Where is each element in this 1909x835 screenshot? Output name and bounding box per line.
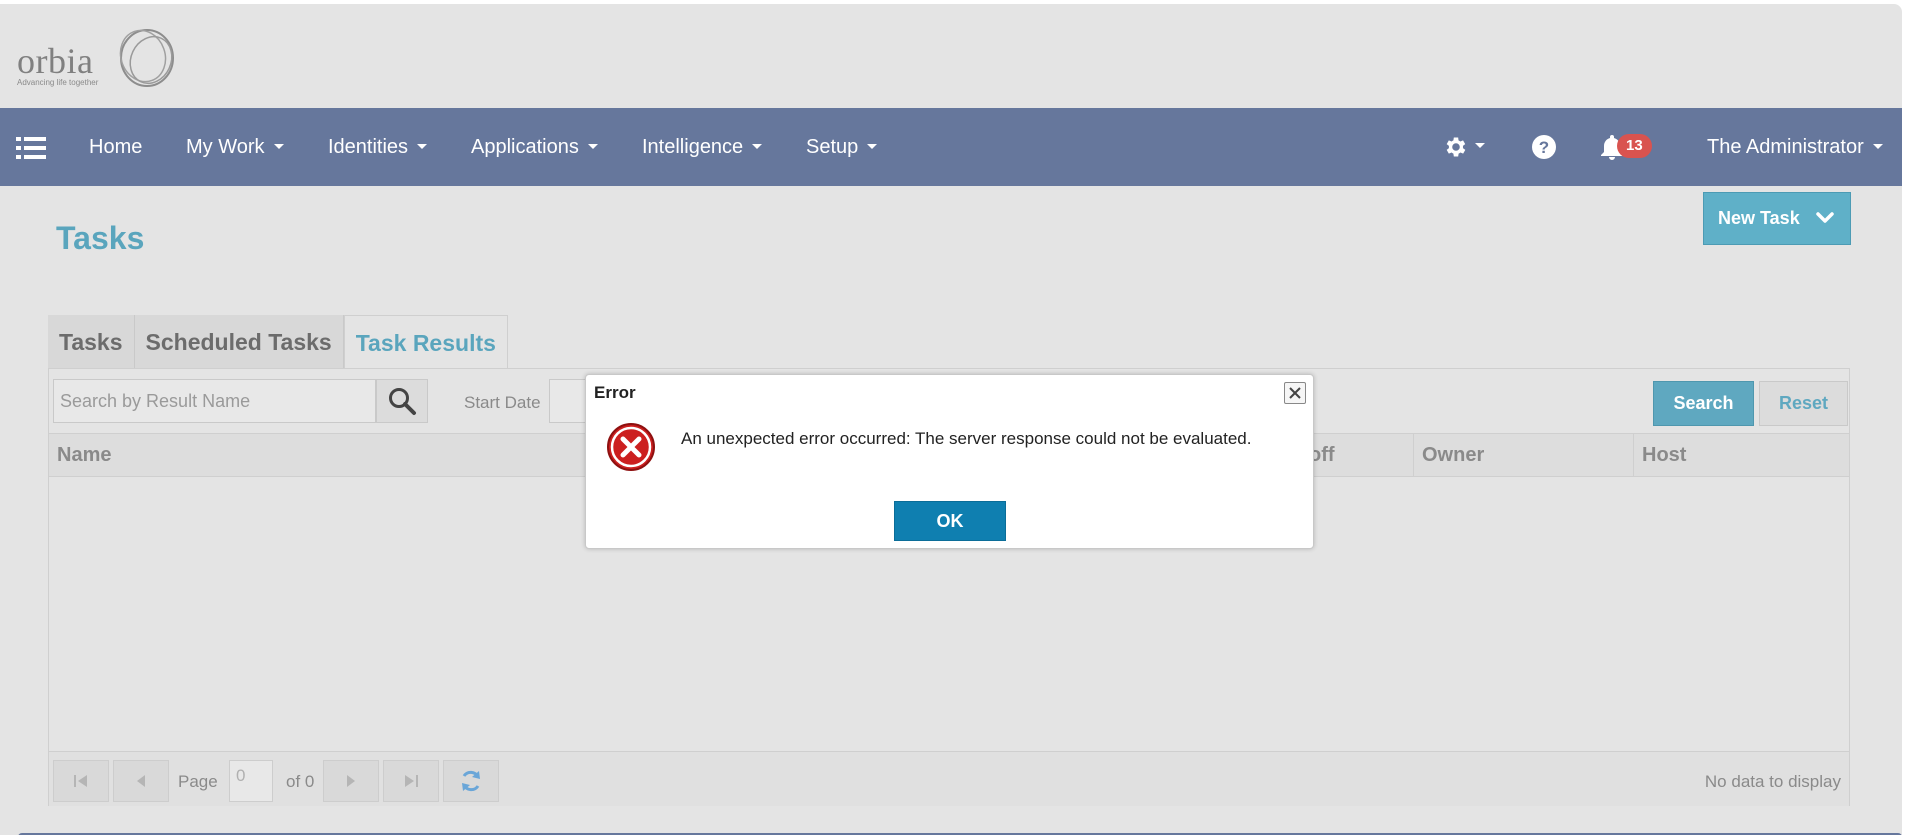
nav-identities[interactable]: Identities [328,108,428,186]
tab-scheduled-tasks[interactable]: Scheduled Tasks [134,315,344,369]
list-menu-icon[interactable] [16,136,46,160]
logo-rings-icon [119,29,174,87]
refresh-button[interactable] [443,760,499,802]
nav-setup-label: Setup [806,136,859,158]
error-dialog: Error An unexpected error occurred: The … [585,374,1314,549]
svg-text:?: ? [1539,138,1549,157]
close-icon [1289,387,1301,399]
user-menu[interactable]: The Administrator [1707,108,1883,186]
start-date-input[interactable] [549,379,589,423]
nav-intelligence-label: Intelligence [642,136,744,158]
settings-menu[interactable] [1443,108,1485,186]
first-page-button[interactable] [53,760,109,802]
caret-down-icon [752,143,763,149]
no-data-status: No data to display [1704,772,1841,791]
new-task-label: New Task [1718,208,1800,228]
page-number-input[interactable]: 0 [229,760,273,802]
column-header-host[interactable]: Host [1633,434,1850,476]
app-shell: orbia Advancing life together Home My Wo… [0,4,1902,835]
nav-home[interactable]: Home [89,108,142,186]
notifications-button[interactable]: 13 [1599,108,1652,186]
nav-my-work-label: My Work [186,136,265,158]
column-header-owner[interactable]: Owner [1413,434,1633,476]
start-date-label: Start Date [464,393,541,412]
help-button[interactable]: ? [1531,108,1557,186]
notification-count-badge: 13 [1617,134,1652,158]
logo-header: orbia Advancing life together [0,4,1902,108]
first-page-icon [74,775,87,787]
caret-down-icon [417,143,428,149]
page-label: Page [178,772,218,791]
dialog-close-button[interactable] [1284,382,1306,404]
task-tabs: Tasks Scheduled Tasks Task Results [48,315,508,369]
dialog-message: An unexpected error occurred: The server… [681,429,1252,448]
caret-down-icon [867,143,878,149]
tab-tasks[interactable]: Tasks [48,315,135,369]
search-button[interactable]: Search [1653,381,1754,426]
tab-task-results[interactable]: Task Results [343,315,508,369]
nav-applications[interactable]: Applications [471,108,598,186]
new-task-button[interactable]: New Task [1703,192,1851,245]
help-icon: ? [1532,135,1556,159]
logo-wordmark: orbia [17,41,94,81]
caret-down-icon [273,143,284,149]
last-page-icon [405,775,418,787]
chevron-down-icon [1816,212,1834,223]
user-name: The Administrator [1707,136,1864,158]
nav-my-work[interactable]: My Work [186,108,284,186]
result-name-search-input[interactable]: Search by Result Name [53,379,376,423]
grid-pager: Page 0 of 0 No data to display [49,751,1849,806]
nav-home-label: Home [89,136,143,158]
main-navbar: Home My Work Identities Applications Int… [0,108,1902,186]
dialog-title: Error [594,383,636,402]
nav-setup[interactable]: Setup [806,108,878,186]
caret-down-icon [587,143,598,149]
search-icon [389,388,416,415]
search-icon-button[interactable] [376,379,428,423]
nav-applications-label: Applications [471,136,579,158]
orbia-logo[interactable]: orbia Advancing life together [17,26,187,96]
previous-page-icon [137,775,145,787]
gear-icon [1446,137,1466,157]
next-page-button[interactable] [323,760,379,802]
refresh-icon [462,770,480,792]
caret-down-icon [1475,143,1485,148]
next-page-icon [347,775,355,787]
page-count-label: of 0 [286,772,315,791]
nav-identities-label: Identities [328,136,409,158]
nav-intelligence[interactable]: Intelligence [642,108,763,186]
logo-tagline: Advancing life together [17,78,99,87]
reset-button[interactable]: Reset [1759,381,1848,426]
ok-button[interactable]: OK [894,501,1006,541]
error-icon [607,423,655,471]
page-title: Tasks [56,220,145,256]
previous-page-button[interactable] [113,760,169,802]
caret-down-icon [1872,143,1883,149]
last-page-button[interactable] [383,760,439,802]
